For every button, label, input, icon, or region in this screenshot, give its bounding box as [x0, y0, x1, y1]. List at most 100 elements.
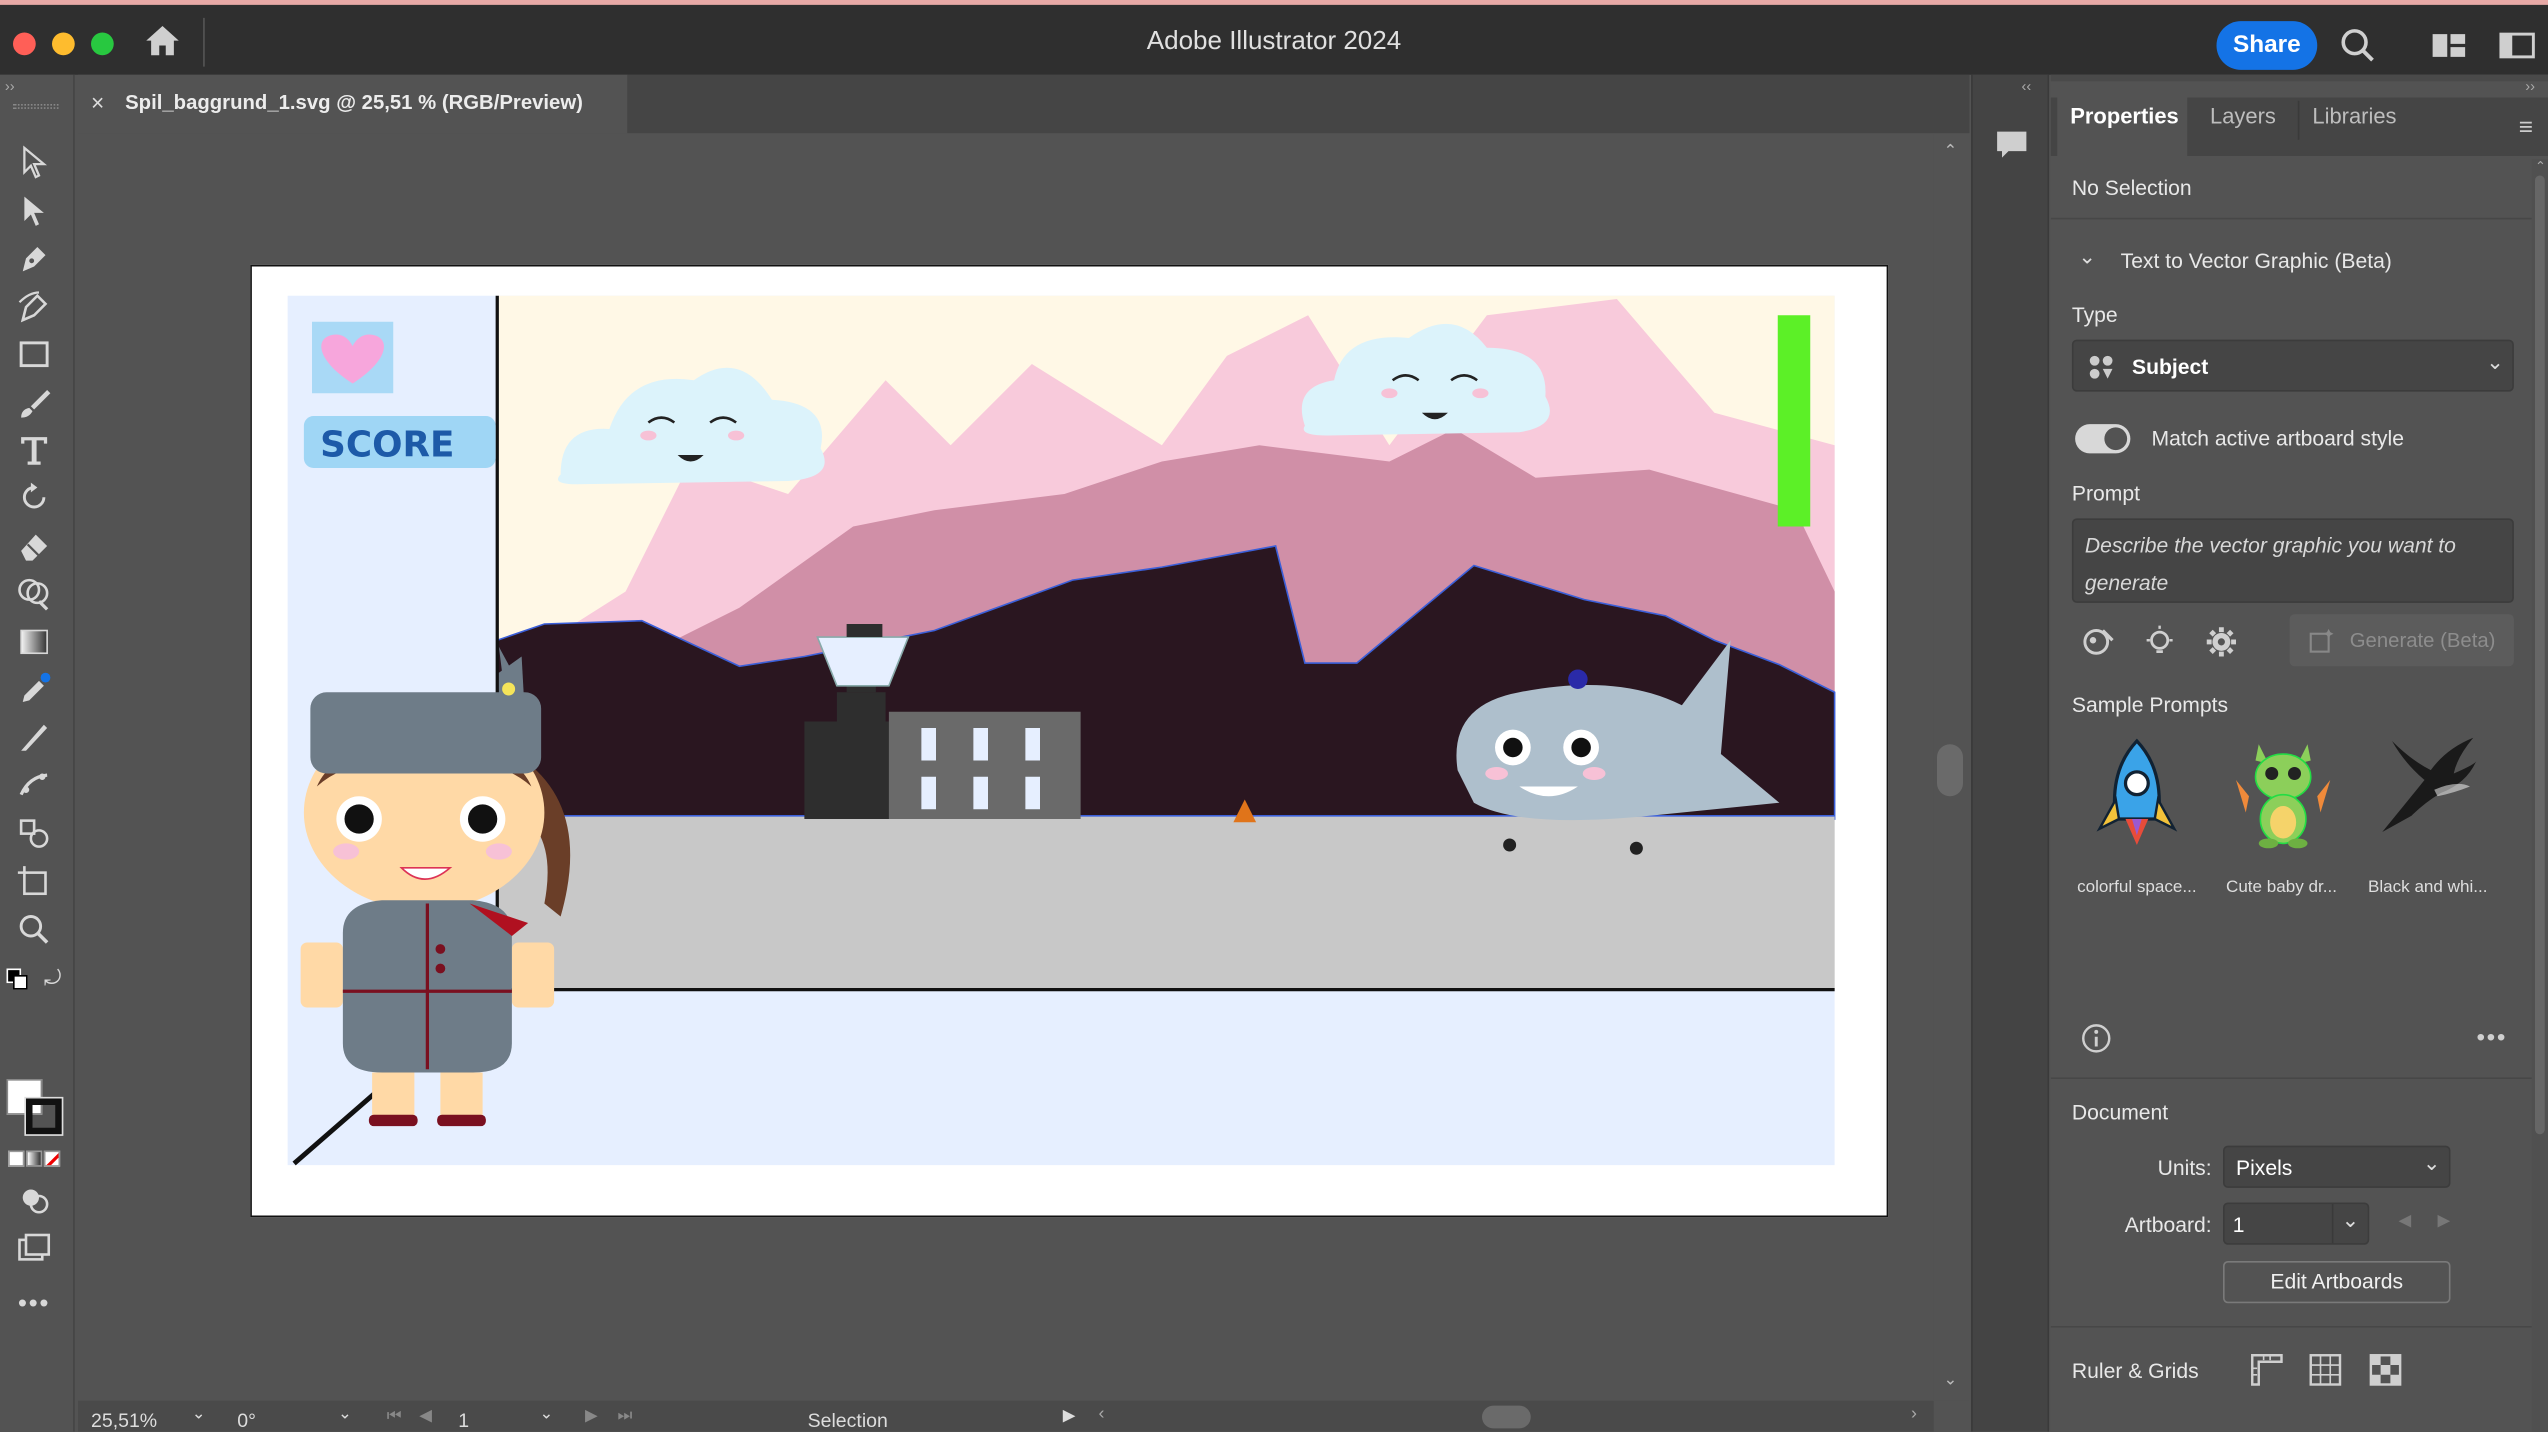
runway	[497, 815, 1835, 990]
panel-menu-icon[interactable]: ≡	[2519, 114, 2533, 142]
units-chevron-icon: ⌄	[2422, 1150, 2441, 1175]
workspace-switcher-icon[interactable]	[2431, 31, 2467, 60]
info-icon[interactable]	[2080, 1022, 2113, 1055]
rulers-icon[interactable]	[2249, 1352, 2285, 1388]
type-tool-icon[interactable]	[13, 431, 55, 470]
panel-scroll-thumb[interactable]	[2535, 175, 2545, 1135]
app-title: Adobe Illustrator 2024	[1146, 27, 1402, 56]
green-bar	[1777, 315, 1811, 527]
document-section-label: Document	[2071, 1100, 2169, 1125]
score-text: SCORE	[320, 425, 454, 466]
tab-properties[interactable]: Properties	[2070, 104, 2179, 128]
prompt-label: Prompt	[2071, 481, 2140, 506]
rotation-value[interactable]: 0°	[237, 1409, 256, 1432]
type-dropdown[interactable]: Subject ⌄	[2071, 339, 2514, 392]
symbol-sprayer-tool-icon[interactable]	[13, 814, 55, 853]
first-artboard-icon[interactable]: ⏮	[387, 1407, 402, 1425]
document-tab[interactable]: × Spil_baggrund_1.svg @ 25,51 % (RGB/Pre…	[78, 74, 628, 134]
scroll-right-icon[interactable]: ›	[1911, 1404, 1917, 1424]
vertical-scrollbar[interactable]: ⌃ ⌄	[1933, 133, 1970, 1401]
eyedropper-tool-icon[interactable]	[13, 670, 55, 709]
swap-fill-stroke-icon[interactable]: ⤾	[44, 965, 62, 991]
direct-selection-tool-icon[interactable]	[13, 192, 55, 231]
artboard-chevron-icon[interactable]: ⌄	[2342, 1207, 2360, 1233]
next-artboard-icon[interactable]: ▶	[585, 1407, 598, 1425]
previous-artboard-icon[interactable]: ◀	[419, 1407, 432, 1425]
t2v-section-title[interactable]: Text to Vector Graphic (Beta)	[2121, 249, 2392, 273]
canvas-area[interactable]: SCORE	[78, 133, 1934, 1401]
paintbrush-tool-icon[interactable]	[13, 384, 55, 423]
puppet-warp-tool-icon[interactable]	[13, 765, 55, 804]
pen-tool-icon[interactable]	[13, 239, 55, 278]
type-label: Type	[2071, 302, 2118, 327]
next-artboard-panel-icon[interactable]: ▶	[2438, 1212, 2451, 1230]
generate-button[interactable]: Generate (Beta)	[2289, 614, 2514, 667]
close-tab-icon[interactable]: ×	[91, 75, 104, 130]
prompt-input[interactable]: Describe the vector graphic you want to …	[2071, 518, 2514, 603]
zoom-dropdown-icon[interactable]: ⌄	[192, 1406, 206, 1424]
transparency-grid-icon[interactable]	[2368, 1352, 2404, 1388]
draw-mode-icon[interactable]	[13, 1180, 55, 1219]
lightbulb-icon[interactable]	[2142, 624, 2178, 660]
collapse-toolbar-icon[interactable]: ››	[5, 78, 15, 94]
color-mode-icon[interactable]	[8, 1150, 25, 1167]
tab-libraries[interactable]: Libraries	[2312, 104, 2396, 128]
scroll-down-icon[interactable]: ⌄	[1944, 1372, 1958, 1390]
status-menu-icon[interactable]: ▶	[1063, 1407, 1076, 1425]
sample-caption-2: Cute baby dr...	[2225, 877, 2337, 898]
zoom-level[interactable]: 25,51%	[91, 1409, 157, 1432]
rotation-dropdown-icon[interactable]: ⌄	[338, 1406, 352, 1424]
artboard-field[interactable]: 1 ⌄	[2223, 1202, 2370, 1245]
sample-caption-3: Black and whi...	[2367, 877, 2488, 898]
share-button[interactable]: Share	[2216, 21, 2318, 70]
search-icon[interactable]	[2340, 28, 2376, 64]
baby-dragon-icon[interactable]	[2233, 731, 2334, 851]
artboard-nav-dropdown-icon[interactable]: ⌄	[540, 1406, 554, 1424]
black-bird-icon[interactable]	[2376, 731, 2480, 848]
edit-toolbar-icon[interactable]: •••	[18, 1290, 50, 1319]
none-mode-icon[interactable]	[43, 1150, 61, 1167]
properties-panel: ›› Properties Layers Libraries ≡ No Sele…	[2050, 74, 2548, 1432]
screen-mode-icon[interactable]	[13, 1229, 55, 1268]
units-dropdown[interactable]: Pixels ⌄	[2223, 1145, 2451, 1188]
gradient-tool-icon[interactable]	[13, 622, 55, 661]
rotate-tool-icon[interactable]	[13, 478, 55, 517]
stroke-swatch[interactable]	[24, 1096, 64, 1136]
default-fill-stroke-icon[interactable]	[6, 968, 30, 992]
last-artboard-icon[interactable]: ⏭	[618, 1407, 633, 1425]
grid-icon[interactable]	[2308, 1352, 2344, 1388]
scroll-up-icon[interactable]: ⌃	[1944, 143, 1958, 161]
comments-icon[interactable]	[1994, 127, 2030, 163]
panel-scrollbar[interactable]: ⌃	[2531, 159, 2548, 1432]
scroll-left-icon[interactable]: ‹	[1099, 1404, 1105, 1424]
artboard-tool-icon[interactable]	[13, 861, 55, 900]
selection-tool-icon[interactable]	[13, 143, 55, 182]
expand-panels-icon[interactable]: ‹‹	[2022, 78, 2032, 94]
gradient-mode-icon[interactable]	[26, 1150, 43, 1167]
selection-status: No Selection	[2071, 175, 2192, 200]
settings-gear-icon[interactable]	[2204, 624, 2240, 660]
status-bar: 25,51% ⌄ 0° ⌄ ⏮ ◀ 1 ⌄ ▶ ⏭ Selection ▶ ‹ …	[78, 1400, 1934, 1432]
tab-layers[interactable]: Layers	[2210, 104, 2276, 128]
rectangle-tool-icon[interactable]	[13, 335, 55, 374]
panel-toggle-icon[interactable]	[2499, 31, 2535, 60]
curvature-tool-icon[interactable]	[13, 288, 55, 327]
rocket-icon[interactable]	[2087, 735, 2188, 852]
more-options-icon[interactable]: •••	[2477, 1024, 2507, 1052]
match-style-toggle[interactable]	[2075, 424, 2131, 454]
scroll-thumb[interactable]	[1937, 744, 1963, 797]
match-style-label: Match active artboard style	[2151, 425, 2404, 451]
collapse-panels-icon[interactable]: ››	[2525, 78, 2535, 94]
shape-builder-tool-icon[interactable]	[13, 574, 55, 613]
prev-artboard-icon[interactable]: ◀	[2399, 1212, 2412, 1230]
artboard[interactable]: SCORE	[250, 264, 1889, 1218]
eraser-tool-icon[interactable]	[13, 527, 55, 566]
edit-artboards-button[interactable]: Edit Artboards	[2223, 1261, 2451, 1304]
artboard-navigator[interactable]: 1	[458, 1409, 469, 1432]
sample-prompts-label: Sample Prompts	[2071, 692, 2229, 717]
style-picker-icon[interactable]	[2080, 624, 2116, 660]
knife-tool-icon[interactable]	[13, 718, 55, 757]
horizontal-scroll-thumb[interactable]	[1482, 1405, 1531, 1429]
zoom-tool-icon[interactable]	[13, 910, 55, 949]
collapse-section-icon[interactable]: ⌄	[2078, 244, 2096, 270]
